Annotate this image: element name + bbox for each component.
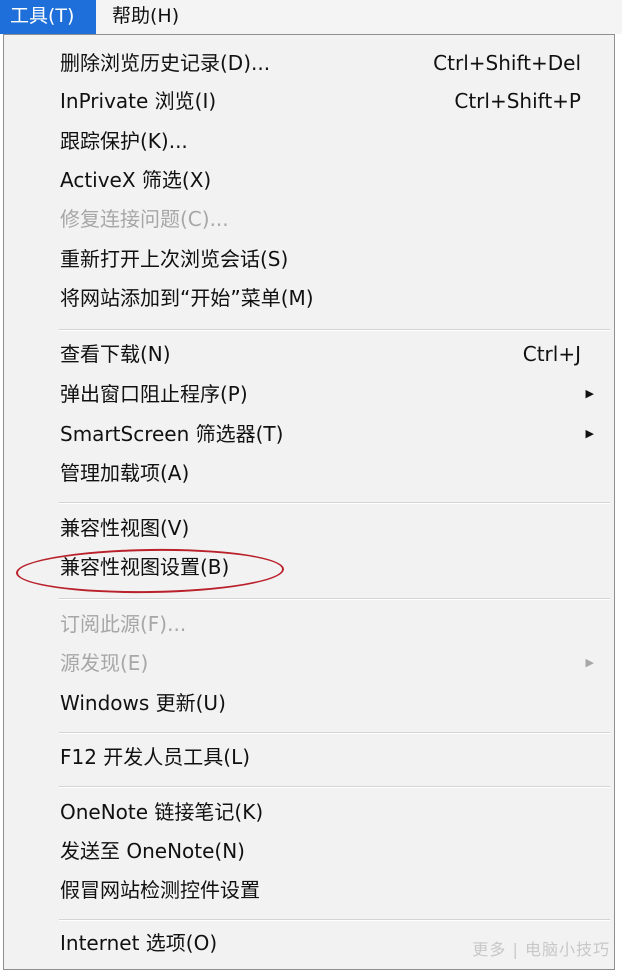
menu-item-send-to-onenote[interactable]: 发送至 OneNote(N) (4, 833, 614, 869)
menu-item-tracking-protection[interactable]: 跟踪保护(K)... (4, 123, 614, 159)
menu-item-label: InPrivate 浏览(I) (60, 89, 217, 113)
menu-separator (59, 786, 610, 788)
menu-separator (59, 502, 610, 504)
menu-help[interactable]: 帮助(H) (102, 0, 189, 34)
menu-item-label: 删除浏览历史记录(D)... (60, 51, 271, 75)
menu-item-label: 订阅此源(F)... (60, 612, 187, 636)
menu-item-label: SmartScreen 筛选器(T) (60, 422, 284, 446)
menu-separator (59, 598, 610, 600)
menu-item-label: F12 开发人员工具(L) (60, 745, 251, 769)
menu-item-shortcut: Ctrl+Shift+Del (433, 51, 581, 75)
menu-item-shortcut: Ctrl+J (522, 342, 581, 366)
menu-item-compat-view[interactable]: 兼容性视图(V) (4, 510, 614, 546)
menu-separator (59, 329, 610, 331)
menu-item-smartscreen[interactable]: SmartScreen 筛选器(T) ▶ (4, 416, 614, 452)
menu-separator (59, 732, 610, 734)
menu-item-onenote-linked-notes[interactable]: OneNote 链接笔记(K) (4, 794, 614, 830)
menu-item-add-to-start[interactable]: 将网站添加到“开始”菜单(M) (4, 280, 614, 316)
menu-item-windows-update[interactable]: Windows 更新(U) (4, 685, 614, 721)
menu-item-label: 查看下载(N) (60, 342, 171, 366)
menu-item-label: 修复连接问题(C)... (60, 207, 229, 231)
menu-item-label: 将网站添加到“开始”菜单(M) (60, 286, 314, 310)
menu-item-inprivate[interactable]: InPrivate 浏览(I) Ctrl+Shift+P (4, 83, 614, 119)
menu-item-fix-connection: 修复连接问题(C)... (4, 201, 614, 237)
menu-item-reopen-session[interactable]: 重新打开上次浏览会话(S) (4, 241, 614, 277)
menu-item-manage-addons[interactable]: 管理加载项(A) (4, 455, 614, 491)
menu-item-view-downloads[interactable]: 查看下载(N) Ctrl+J (4, 336, 614, 372)
menu-item-f12-devtools[interactable]: F12 开发人员工具(L) (4, 739, 614, 775)
menu-item-subscribe-feed: 订阅此源(F)... (4, 606, 614, 642)
menu-separator (59, 919, 610, 921)
menu-item-label: ActiveX 筛选(X) (60, 168, 212, 192)
menu-item-label: Internet 选项(O) (60, 931, 218, 955)
menu-item-activex-filter[interactable]: ActiveX 筛选(X) (4, 162, 614, 198)
menu-item-label: 管理加载项(A) (60, 461, 190, 485)
menu-item-label: 假冒网站检测控件设置 (60, 878, 260, 902)
menu-tools[interactable]: 工具(T) (0, 0, 96, 34)
menu-item-label: OneNote 链接笔记(K) (60, 800, 264, 824)
watermark-text: 更多 | 电脑小技巧 (472, 940, 610, 959)
menu-item-label: 弹出窗口阻止程序(P) (60, 382, 248, 406)
menu-item-label: 源发现(E) (60, 651, 149, 675)
menu-bar: 工具(T) 帮助(H) (0, 0, 622, 34)
menu-item-label: 发送至 OneNote(N) (60, 839, 245, 863)
tools-dropdown-menu: 删除浏览历史记录(D)... Ctrl+Shift+Del InPrivate … (3, 34, 615, 970)
menu-item-popup-blocker[interactable]: 弹出窗口阻止程序(P) ▶ (4, 376, 614, 412)
menu-item-label: 兼容性视图(V) (60, 516, 190, 540)
menu-item-shortcut: Ctrl+Shift+P (454, 89, 581, 113)
menu-item-phishing-filter-settings[interactable]: 假冒网站检测控件设置 (4, 872, 614, 908)
menu-item-label: 重新打开上次浏览会话(S) (60, 247, 289, 271)
submenu-arrow-icon: ▶ (585, 656, 594, 669)
menu-item-label: Windows 更新(U) (60, 691, 226, 715)
menu-item-feed-discovery: 源发现(E) ▶ (4, 645, 614, 681)
menu-item-delete-history[interactable]: 删除浏览历史记录(D)... Ctrl+Shift+Del (4, 45, 614, 81)
submenu-arrow-icon: ▶ (585, 427, 594, 440)
menu-item-label: 跟踪保护(K)... (60, 129, 188, 153)
submenu-arrow-icon: ▶ (585, 387, 594, 400)
